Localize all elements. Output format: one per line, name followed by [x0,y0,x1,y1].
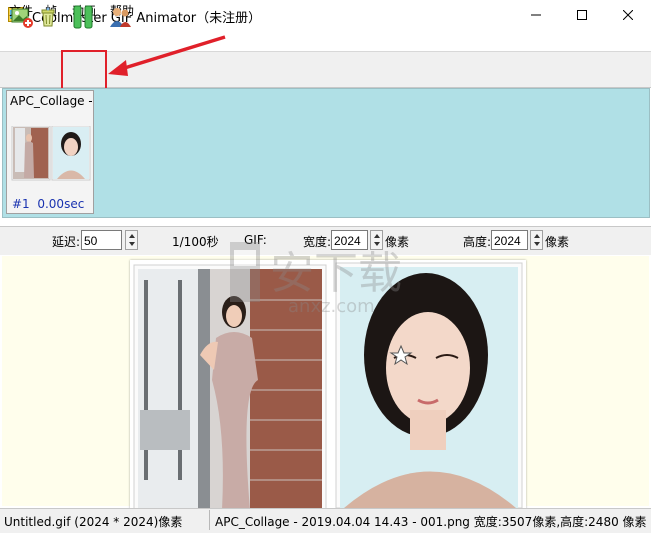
minimize-icon [531,14,541,16]
frame-info: #1 0.00sec [12,197,84,211]
delay-input[interactable] [81,230,122,250]
height-spinner[interactable] [530,230,543,250]
frame-thumbnail-image [11,126,91,182]
watermark-text: 安下载 [270,248,402,299]
frames-strip [2,88,650,218]
pause-icon[interactable] [71,5,95,29]
close-button[interactable] [605,0,651,30]
height-input[interactable] [491,230,528,250]
delete-icon[interactable] [36,5,60,29]
close-icon [623,10,633,20]
frame-name: APC_Collage - [10,94,92,108]
people-icon[interactable] [108,5,132,29]
delay-label: 延迟: [52,235,81,249]
watermark-logo: 安下载 anxz.com [230,242,402,317]
status-frame-info: APC_Collage - 2019.04.04 14.43 - 001.png… [215,515,647,529]
callout-arrow [108,35,226,76]
frame-duration: 0.00sec [37,197,85,211]
status-file-info: Untitled.gif (2024 * 2024)像素 [4,515,183,529]
window-title: Coolmuster GIF Animator（未注册） [32,11,262,26]
maximize-icon [577,10,587,20]
watermark-url: anxz.com [288,296,375,317]
menu-bar [0,30,651,50]
delay-spinner[interactable] [125,230,138,250]
maximize-button[interactable] [559,0,605,30]
add-image-icon[interactable] [10,5,34,29]
frame-index: #1 [12,197,30,211]
height-unit-label: 像素 [545,235,570,249]
minimize-button[interactable] [513,0,559,30]
status-divider [209,510,210,530]
